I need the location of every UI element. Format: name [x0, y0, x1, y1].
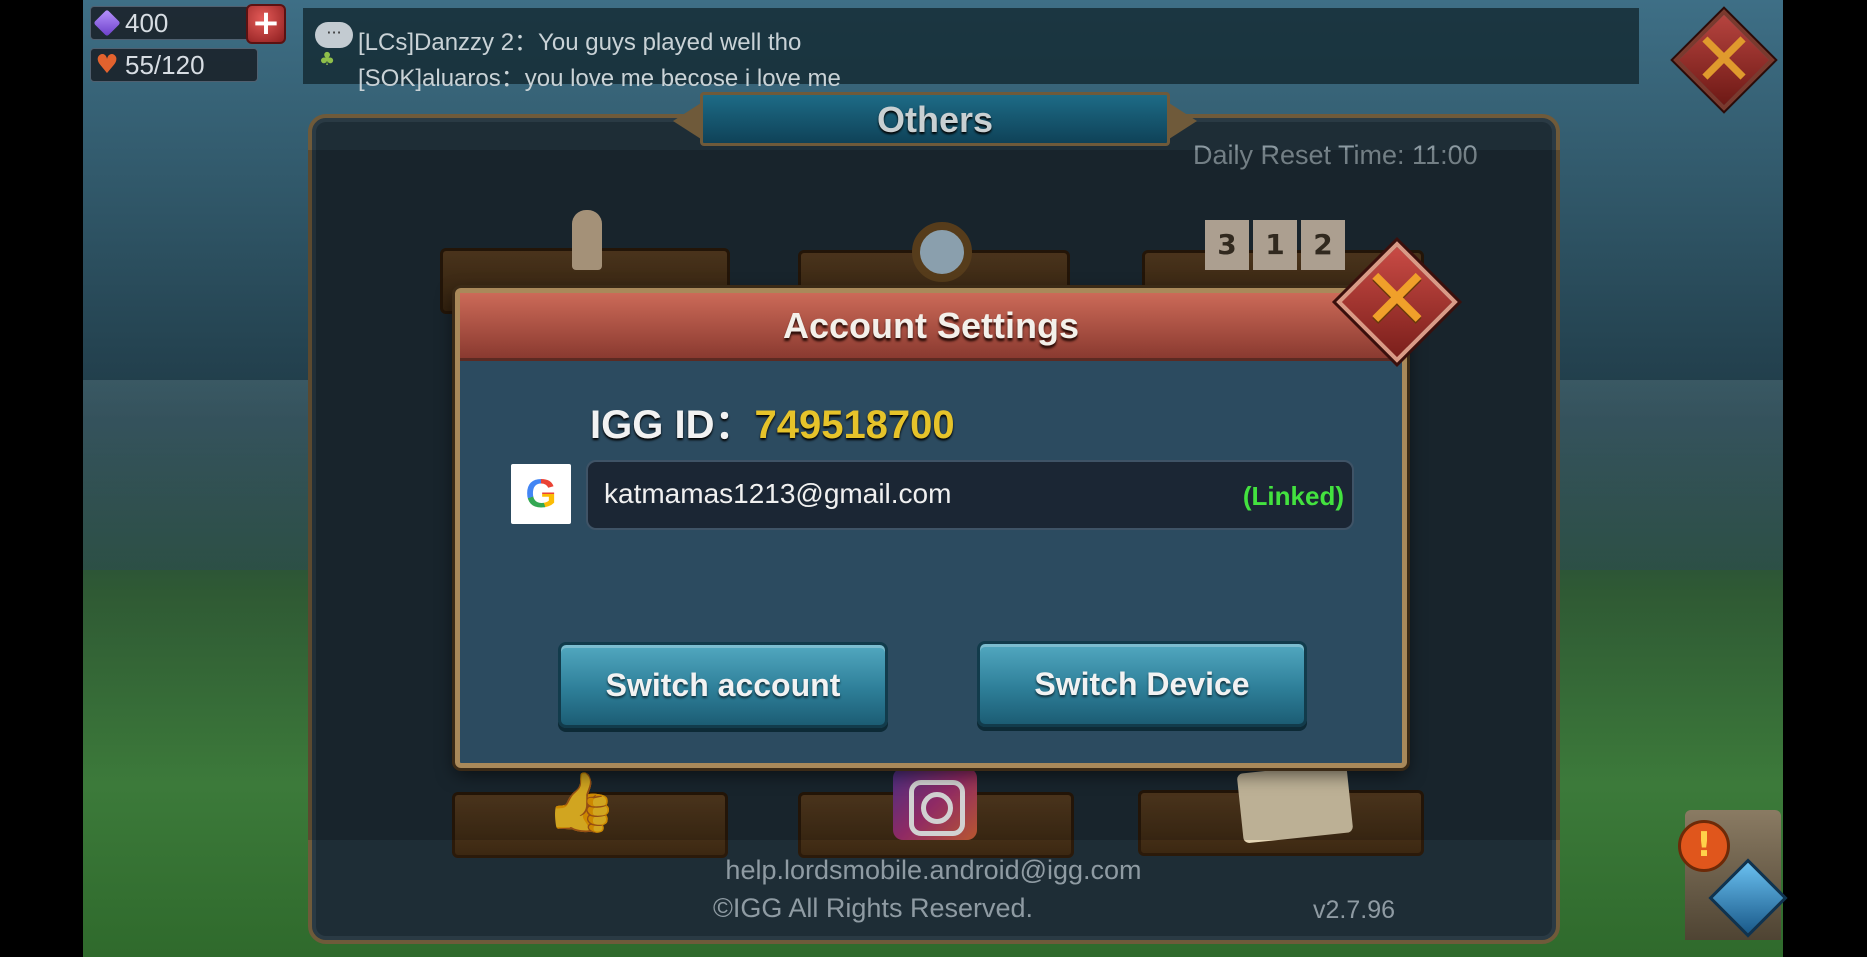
gems-counter: 400	[90, 6, 260, 40]
igg-id-label: IGG ID：	[590, 403, 755, 447]
close-dialog-button[interactable]: ✕	[1332, 237, 1462, 367]
background-wall-right	[1553, 380, 1783, 570]
letterbox-left	[0, 0, 83, 957]
close-screen-button[interactable]: ✕	[1670, 6, 1778, 114]
chat-message: [SOK]aluaros：you love me becose i love m…	[358, 65, 841, 92]
linked-account-email: katmamas1213@gmail.com	[604, 478, 952, 509]
linked-account-field[interactable]: katmamas1213@gmail.com (Linked)	[586, 460, 1354, 530]
alert-icon[interactable]: !	[1678, 820, 1730, 872]
google-g-glyph: G	[511, 464, 571, 524]
igg-id-value: 749518700	[754, 403, 955, 447]
switch-device-button[interactable]: Switch Device	[977, 641, 1307, 727]
chat-bar[interactable]: ··· ♣ [LCs]Danzzy 2：You guys played well…	[303, 8, 1639, 92]
add-gems-button[interactable]: +	[246, 4, 286, 44]
clover-icon: ♣	[319, 49, 336, 70]
linked-status: (Linked)	[1242, 481, 1344, 511]
chat-message: [LCs]Danzzy 2：You guys played well tho	[358, 29, 802, 56]
plus-icon: +	[251, 3, 281, 43]
close-icon: ✕	[1692, 17, 1755, 103]
heart-icon: ♥	[95, 50, 119, 80]
chat-icon[interactable]: ···	[315, 22, 353, 48]
igg-id-row: IGG ID：749518700	[590, 392, 955, 450]
copyright-text: ©IGG All Rights Reserved.	[713, 893, 1034, 923]
others-title: Others	[876, 99, 994, 140]
support-email: help.lordsmobile.android@igg.com	[725, 855, 1142, 885]
banner-right-ornament	[1169, 103, 1197, 139]
banner-left-ornament	[673, 103, 701, 139]
google-icon: G	[511, 464, 571, 524]
background-wall-left	[83, 380, 343, 570]
version-text: v2.7.96	[1313, 896, 1396, 924]
close-icon: ✕	[1361, 250, 1433, 348]
gem-icon	[93, 9, 121, 37]
dialog-title: Account Settings	[782, 305, 1079, 346]
others-title-banner: Others	[673, 92, 1197, 146]
switch-account-button[interactable]: Switch account	[558, 642, 888, 728]
letterbox-right	[1783, 0, 1867, 957]
gems-value: 400	[125, 7, 169, 38]
stamina-value: 55/120	[125, 49, 205, 80]
stamina-counter: ♥ 55/120	[90, 48, 258, 82]
